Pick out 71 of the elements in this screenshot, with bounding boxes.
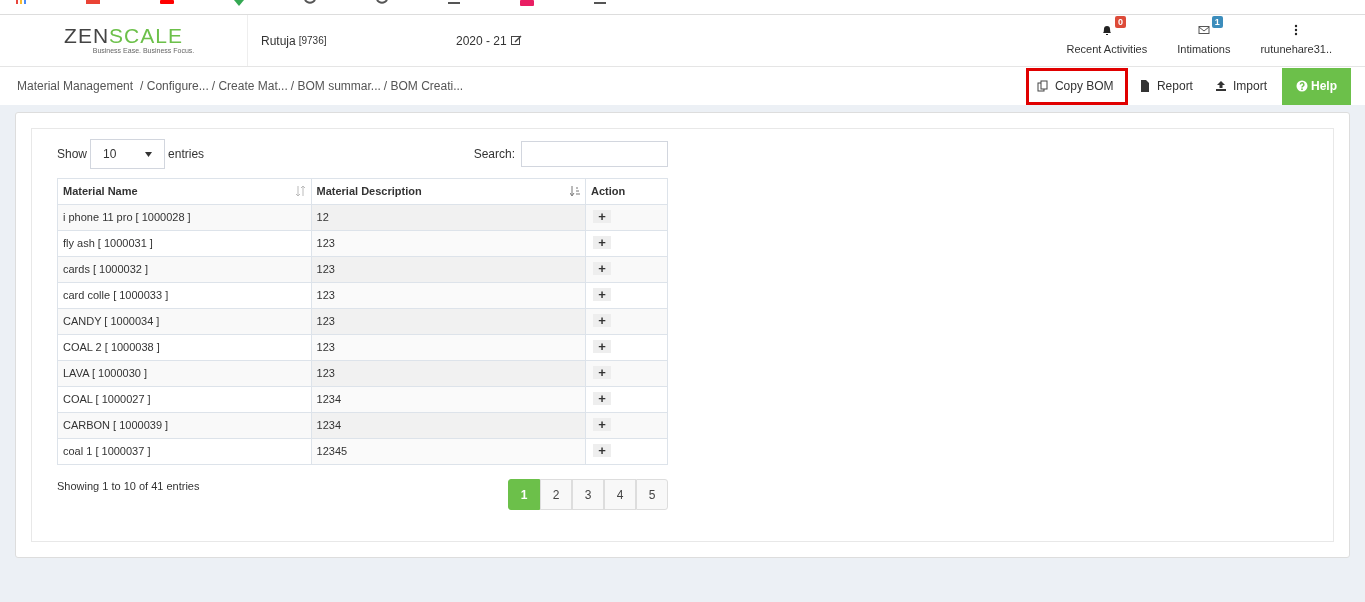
breadcrumb-link[interactable]: / BOM summar... [290, 77, 381, 95]
table-cell: CARBON [ 1000039 ] [63, 419, 169, 432]
caret-icon [145, 151, 153, 157]
header-action[interactable]: Intimations 1 [1162, 15, 1246, 66]
help-icon [1296, 80, 1308, 92]
header-action[interactable]: rutunehare31.. [1245, 15, 1347, 66]
page-button[interactable]: 3 [572, 479, 604, 510]
add-button[interactable]: + [593, 262, 612, 276]
edit-icon[interactable] [510, 35, 522, 46]
column-header[interactable]: Material Description [311, 178, 586, 205]
breadcrumb-link[interactable]: Material Management [17, 77, 134, 95]
add-button[interactable]: + [593, 236, 612, 250]
upload-icon [1214, 80, 1227, 92]
table-cell: LAVA [ 1000030 ] [63, 367, 147, 380]
table-cell: COAL 2 [ 1000038 ] [63, 341, 160, 354]
table-cell: 123 [316, 263, 335, 276]
notification-badge: 1 [1211, 16, 1223, 28]
sort-icon[interactable] [570, 186, 581, 197]
show-label: Show [57, 146, 88, 163]
toolbar-button[interactable]: Import [1203, 67, 1278, 105]
sort-icon[interactable] [295, 186, 306, 197]
page-button[interactable]: 2 [540, 479, 572, 510]
table-cell: 123 [316, 341, 335, 354]
add-button[interactable]: + [593, 340, 612, 354]
copy-icon [1036, 80, 1049, 92]
table-cell: 123 [316, 237, 335, 250]
table-cell: coal 1 [ 1000037 ] [63, 445, 151, 458]
add-button[interactable]: + [593, 366, 612, 380]
search-label: Search: [473, 146, 515, 163]
add-button[interactable]: + [593, 210, 612, 224]
apps-icon[interactable] [16, 0, 26, 4]
table-cell: card colle [ 1000033 ] [63, 289, 169, 302]
add-button[interactable]: + [593, 314, 612, 328]
add-button[interactable]: + [593, 444, 612, 458]
toolbar-button[interactable]: Report [1127, 67, 1204, 105]
page-button[interactable]: 4 [604, 479, 636, 510]
table-cell: CANDY [ 1000034 ] [63, 315, 160, 328]
add-button[interactable]: + [593, 418, 612, 432]
table-info: Showing 1 to 10 of 41 entries [57, 479, 200, 494]
add-button[interactable]: + [593, 392, 612, 406]
add-button[interactable]: + [593, 288, 612, 302]
toolbar-button[interactable]: Copy BOM [1025, 67, 1128, 105]
column-header[interactable]: Action [585, 178, 668, 205]
header-action[interactable]: Recent Activities 0 [1051, 15, 1163, 66]
breadcrumb-link[interactable]: / Configure... [140, 77, 209, 95]
page-button[interactable]: 5 [636, 479, 668, 510]
table-cell: cards [ 1000032 ] [63, 263, 148, 276]
table-cell: fly ash [ 1000031 ] [63, 237, 153, 250]
breadcrumb-link[interactable]: / BOM Creati... [383, 77, 464, 95]
logo: ZENSCALE [64, 24, 183, 46]
user-name: Rutuja [261, 32, 296, 50]
table-cell: 123 [316, 289, 335, 302]
table-cell: 1234 [316, 393, 341, 406]
envelope-icon [1197, 23, 1210, 36]
user-code: [9736] [298, 34, 327, 48]
table-cell: 123 [316, 315, 335, 328]
table-cell: COAL [ 1000027 ] [63, 393, 151, 406]
page-size-select[interactable]: 10 [90, 139, 166, 169]
notification-badge: 0 [1114, 16, 1126, 28]
search-field[interactable] [521, 141, 668, 167]
table-cell: i phone 11 pro [ 1000028 ] [63, 211, 191, 224]
table-cell: 1234 [316, 419, 341, 432]
table-cell: 12 [316, 211, 329, 224]
breadcrumb-link[interactable]: / Create Mat... [211, 77, 288, 95]
table-cell: 12345 [316, 445, 348, 458]
entries-label: entries [168, 146, 205, 163]
bell-icon [1100, 23, 1113, 36]
column-header[interactable]: Material Name [57, 178, 312, 205]
financial-year: 2020 - 21 [456, 32, 507, 50]
table-cell: 123 [316, 367, 335, 380]
document-icon [1138, 80, 1151, 92]
